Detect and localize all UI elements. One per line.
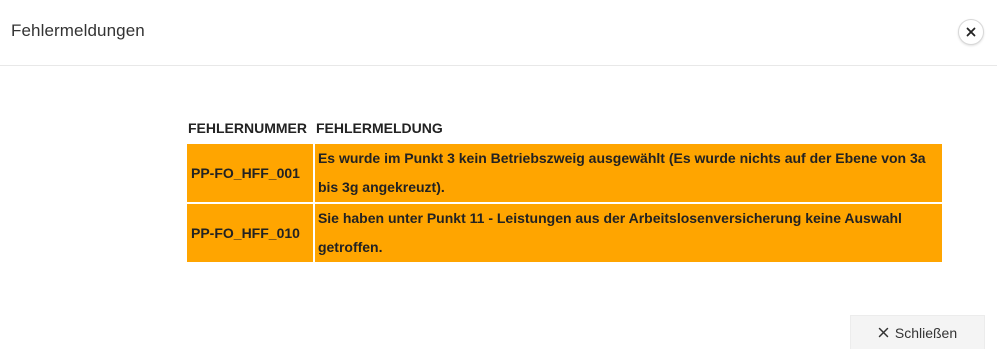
error-dialog: Fehlermeldungen FEHLERNUMMER FEHLERMELDU… xyxy=(0,0,997,349)
close-icon xyxy=(966,27,976,37)
close-button[interactable]: Schließen xyxy=(850,315,985,349)
error-message: Es wurde im Punkt 3 kein Betriebszweig a… xyxy=(314,144,942,202)
table-header-row: FEHLERNUMMER FEHLERMELDUNG xyxy=(187,118,942,142)
header-fehlernummer: FEHLERNUMMER xyxy=(188,120,307,136)
error-message: Sie haben unter Punkt 11 - Leistungen au… xyxy=(314,204,942,262)
dialog-close-button[interactable] xyxy=(958,19,984,45)
error-code: PP-FO_HFF_010 xyxy=(187,204,313,262)
header-fehlermeldung: FEHLERMELDUNG xyxy=(315,120,443,136)
dialog-title: Fehlermeldungen xyxy=(11,21,145,40)
close-button-label: Schließen xyxy=(894,324,958,341)
error-table: FEHLERNUMMER FEHLERMELDUNG PP-FO_HFF_001… xyxy=(185,116,944,264)
close-icon xyxy=(878,327,889,338)
dialog-header: Fehlermeldungen xyxy=(0,0,997,66)
table-row: PP-FO_HFF_010 Sie haben unter Punkt 11 -… xyxy=(187,204,942,262)
error-code: PP-FO_HFF_001 xyxy=(187,144,313,202)
table-row: PP-FO_HFF_001 Es wurde im Punkt 3 kein B… xyxy=(187,144,942,202)
